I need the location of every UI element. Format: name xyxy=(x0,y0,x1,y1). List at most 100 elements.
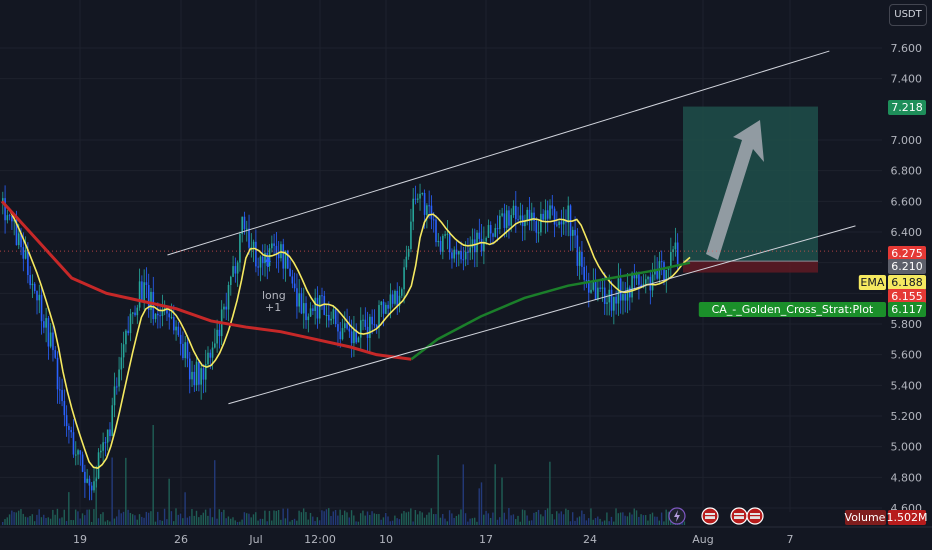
volume-bar xyxy=(143,517,145,525)
volume-bar xyxy=(109,521,111,525)
candle-body xyxy=(65,415,68,427)
candle-body xyxy=(537,232,540,234)
volume-bar xyxy=(480,482,483,525)
candle-body xyxy=(22,247,25,259)
price-chart-canvas[interactable]: long+1 4.6004.8005.0005.2005.4005.6005.8… xyxy=(0,0,932,550)
volume-bar xyxy=(567,509,569,525)
candle-body xyxy=(40,294,43,322)
candle-body xyxy=(245,228,248,230)
volume-bar xyxy=(542,516,544,525)
volume-bar xyxy=(54,514,56,525)
volume-bar xyxy=(157,511,159,525)
volume-bar xyxy=(195,510,198,525)
event-icons[interactable] xyxy=(668,507,764,525)
currency-selector[interactable]: USDT xyxy=(889,4,927,26)
volume-bar xyxy=(665,509,667,525)
time-axis[interactable]: 19 26 Jul 12:00 10 17 24 Aug 7 xyxy=(0,526,932,546)
candle-body xyxy=(17,233,20,246)
volume-bar xyxy=(147,512,150,525)
candle-body xyxy=(145,282,148,286)
candle-body xyxy=(560,221,563,225)
volume-bar xyxy=(344,510,346,525)
candle-body xyxy=(467,251,469,253)
volume-bar xyxy=(90,521,93,525)
volume-bar xyxy=(512,514,515,525)
volume-bar xyxy=(259,518,262,525)
volume-bar xyxy=(277,509,280,525)
volume-bar xyxy=(298,510,300,525)
candle-body xyxy=(54,350,57,358)
volume-bar xyxy=(613,521,615,525)
volume-bar xyxy=(4,519,6,525)
volume-bar xyxy=(291,520,293,525)
volume-bar xyxy=(603,520,606,525)
candle-body xyxy=(540,213,542,233)
volume-bar xyxy=(24,516,27,525)
candle-body xyxy=(36,291,38,301)
candle-body xyxy=(606,302,608,304)
candle-body xyxy=(460,250,462,260)
volume-bar xyxy=(355,521,357,525)
volume-bar xyxy=(184,492,186,525)
candle-body xyxy=(136,307,139,316)
volume-bar xyxy=(11,510,13,525)
volume-bar xyxy=(300,512,303,525)
volume-bar xyxy=(519,521,521,525)
candle-body xyxy=(116,386,118,388)
candle-body xyxy=(70,429,72,433)
candle-body xyxy=(585,279,588,281)
candle-body xyxy=(674,242,677,250)
volume-bar xyxy=(330,516,332,525)
volume-bar xyxy=(362,510,364,525)
stop-zone xyxy=(683,261,818,273)
candle-body xyxy=(191,371,193,380)
candle-body xyxy=(487,225,490,238)
volume-bar xyxy=(312,516,314,525)
volume-bar xyxy=(2,521,4,525)
candle-body xyxy=(106,429,109,443)
trading-chart[interactable]: long +1 4.600 4.800 5.000 5.200 5.400 5.600 5.8… xyxy=(0,0,932,550)
candle-body xyxy=(613,296,615,311)
candle-body xyxy=(154,313,157,320)
volume-bar xyxy=(207,515,209,525)
candle-body xyxy=(499,215,501,230)
candle-body xyxy=(526,209,528,221)
candle-body xyxy=(179,334,182,344)
candle-body xyxy=(416,198,419,200)
volume-bar xyxy=(106,520,109,525)
candle-body xyxy=(337,324,339,332)
volume-bar xyxy=(649,514,651,525)
volume-bar xyxy=(683,521,686,525)
volume-bar xyxy=(617,513,619,525)
volume-bar xyxy=(581,510,583,525)
volume-bar xyxy=(56,508,59,525)
candle-body xyxy=(309,308,312,317)
volume-bar xyxy=(81,513,84,525)
candle-body xyxy=(453,249,456,259)
volume-bar xyxy=(403,511,405,525)
volume-bar xyxy=(127,509,129,525)
candle-body xyxy=(626,287,629,301)
volume-bar xyxy=(152,425,154,525)
candlestick-series xyxy=(2,183,679,501)
candle-body xyxy=(127,330,129,334)
candle-body xyxy=(177,326,180,335)
candle-body xyxy=(394,290,396,304)
volume-bar xyxy=(77,511,79,525)
volume-bar xyxy=(111,457,113,525)
candle-body xyxy=(125,330,127,345)
volume-bar xyxy=(264,510,266,525)
candle-body xyxy=(59,389,61,391)
candle-body xyxy=(234,266,237,274)
volume-bar xyxy=(113,518,116,525)
volume-bar xyxy=(268,510,271,525)
volume-bar xyxy=(163,508,166,525)
volume-bar xyxy=(227,516,230,525)
price-tick-label: 4.800 xyxy=(891,471,923,484)
candle-body xyxy=(24,249,27,259)
volume-bar xyxy=(419,511,421,525)
volume-bar xyxy=(587,518,590,525)
earnings-flag-icon xyxy=(701,507,719,525)
volume-bar xyxy=(321,510,323,525)
volume-bar xyxy=(17,510,20,525)
